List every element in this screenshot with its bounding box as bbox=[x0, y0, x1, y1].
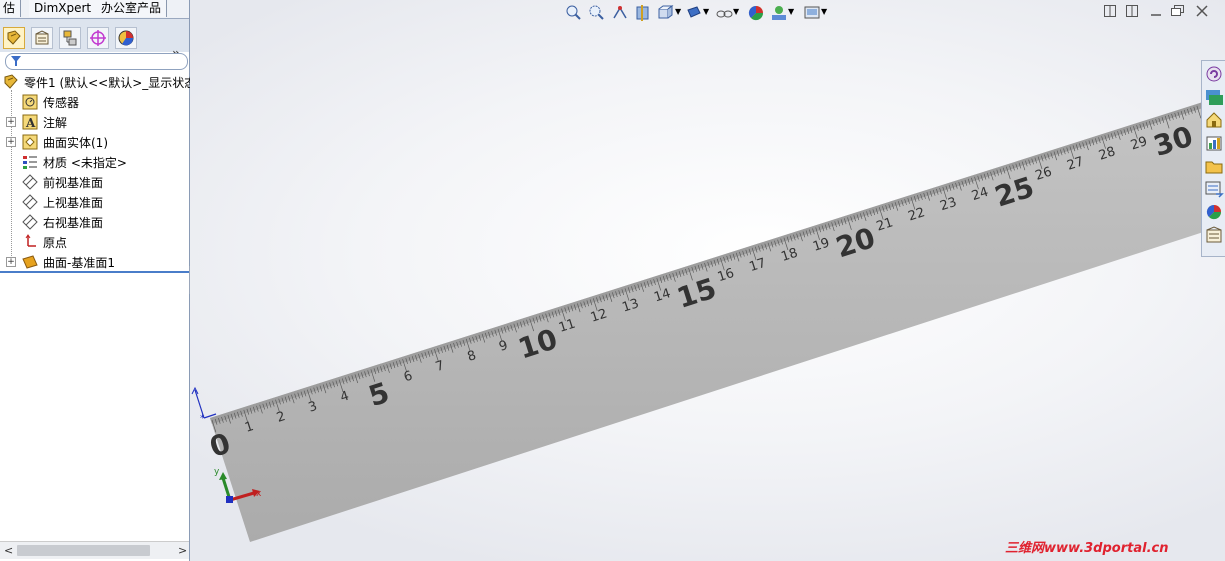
part-icon bbox=[4, 74, 18, 89]
horizontal-scrollbar[interactable]: < > bbox=[0, 541, 189, 559]
display-manager-tab[interactable] bbox=[115, 27, 137, 49]
plane-icon bbox=[22, 214, 38, 230]
tile-left-icon[interactable] bbox=[1101, 4, 1119, 22]
tree-root-label: 零件1 (默认<<默认>_显示状态 bbox=[24, 76, 197, 90]
view-palette-icon[interactable] bbox=[1204, 156, 1224, 176]
material-icon bbox=[23, 156, 37, 169]
property-manager-icon bbox=[35, 30, 49, 45]
property-manager-tab[interactable] bbox=[31, 27, 53, 49]
expand-toggle[interactable]: + bbox=[6, 257, 16, 267]
feature-manager-tab[interactable] bbox=[3, 27, 25, 49]
tab-office-products[interactable]: 办公室产品 bbox=[96, 0, 168, 17]
tree-item-sensors[interactable]: 传感器 bbox=[0, 92, 189, 112]
planar-surface-icon bbox=[22, 255, 38, 269]
tree-item-material[interactable]: 材质 <未指定> bbox=[0, 152, 189, 172]
apply-scene-icon[interactable] bbox=[770, 4, 790, 24]
previous-view-icon[interactable] bbox=[611, 4, 631, 24]
display-style-icon[interactable] bbox=[685, 4, 705, 24]
rollback-bar[interactable] bbox=[0, 271, 189, 273]
tab-evaluate[interactable]: 估 bbox=[0, 0, 22, 17]
section-view-icon[interactable] bbox=[634, 4, 654, 24]
document-window-controls bbox=[1095, 4, 1225, 24]
tree-item-label: 右视基准面 bbox=[43, 216, 104, 230]
appearances-icon[interactable] bbox=[1204, 179, 1224, 199]
tree-item-origin[interactable]: 原点 bbox=[0, 232, 189, 252]
tree-item-label: 传感器 bbox=[43, 96, 80, 110]
task-pane bbox=[1201, 60, 1225, 257]
dimxpert-manager-icon bbox=[90, 30, 106, 46]
triad-y-label: y bbox=[214, 467, 220, 477]
tree-item-label: 原点 bbox=[43, 236, 68, 250]
watermark-text: 三维网www.3dportal.cn bbox=[1005, 541, 1169, 556]
zoom-to-area-icon[interactable] bbox=[588, 4, 608, 24]
edit-appearance-icon[interactable] bbox=[747, 4, 767, 24]
tree-item-top-plane[interactable]: 上视基准面 bbox=[0, 192, 189, 212]
view-settings-dropdown-icon[interactable]: ▼ bbox=[821, 7, 841, 27]
configuration-manager-icon bbox=[63, 30, 77, 46]
tree-filter-input[interactable] bbox=[5, 53, 188, 70]
scroll-right-arrow-icon[interactable]: > bbox=[178, 544, 187, 557]
manager-tab-bar: » bbox=[0, 19, 189, 62]
plane-icon bbox=[22, 174, 38, 190]
scrollbar-thumb[interactable] bbox=[17, 545, 150, 556]
tree-item-annotations[interactable]: + A 注解 bbox=[0, 112, 189, 132]
sensor-icon bbox=[22, 94, 38, 110]
view-orientation-icon[interactable] bbox=[657, 4, 677, 24]
zoom-to-fit-icon[interactable] bbox=[565, 4, 585, 24]
tree-item-label: 注解 bbox=[43, 116, 68, 130]
solidworks-resources-icon[interactable] bbox=[1204, 64, 1224, 84]
design-library-icon[interactable] bbox=[1204, 87, 1224, 107]
scroll-left-arrow-icon[interactable]: < bbox=[4, 544, 13, 557]
close-icon[interactable] bbox=[1193, 4, 1211, 22]
feature-manager-panel: 估 DimXpert 办公室产品 » 零件1 (默认<<默认>_显示状态 bbox=[0, 0, 196, 561]
tree-item-label: 材质 <未指定> bbox=[43, 156, 127, 170]
tab-dimxpert[interactable]: DimXpert bbox=[29, 0, 98, 17]
dimxpert-manager-tab[interactable] bbox=[87, 27, 109, 49]
minimize-icon[interactable] bbox=[1147, 4, 1165, 22]
svg-text:*: * bbox=[200, 414, 205, 424]
configuration-manager-tab[interactable] bbox=[59, 27, 81, 49]
origin-icon bbox=[25, 234, 36, 247]
graphics-area[interactable]: 0 5 10 15 20 25 30 1 2 3 4 6 7 8 9 11 12 13 14 16 17 18 19 21 22… bbox=[190, 0, 1225, 561]
hide-show-items-icon[interactable] bbox=[715, 4, 735, 24]
expand-toggle[interactable]: + bbox=[6, 117, 16, 127]
feature-manager-icon bbox=[7, 30, 21, 45]
view-settings-icon[interactable] bbox=[803, 4, 823, 24]
tree-item-label: 曲面-基准面1 bbox=[43, 256, 115, 270]
tile-right-icon[interactable] bbox=[1123, 4, 1141, 22]
filter-icon bbox=[11, 56, 21, 66]
command-manager-tabs: 估 DimXpert 办公室产品 bbox=[0, 0, 189, 19]
tree-item-label: 曲面实体(1) bbox=[43, 136, 108, 150]
surface-bodies-icon bbox=[22, 134, 38, 150]
expand-toggle[interactable]: + bbox=[6, 137, 16, 147]
triad-x-label: x bbox=[256, 489, 262, 499]
tree-item-label: 上视基准面 bbox=[43, 196, 104, 210]
tree-item-planar-surface[interactable]: + 曲面-基准面1 bbox=[0, 252, 189, 272]
search-icon[interactable] bbox=[1204, 133, 1224, 153]
custom-properties-icon[interactable] bbox=[1204, 202, 1224, 222]
display-manager-icon bbox=[118, 30, 134, 46]
file-explorer-icon[interactable] bbox=[1204, 110, 1224, 130]
plane-icon bbox=[22, 194, 38, 210]
ruler-model: 0510152025301234678911121314161718192122… bbox=[191, 95, 1225, 542]
restore-icon[interactable] bbox=[1169, 4, 1187, 22]
svg-text:A: A bbox=[25, 116, 36, 130]
tree-item-surface-bodies[interactable]: + 曲面实体(1) bbox=[0, 132, 189, 152]
tree-item-front-plane[interactable]: 前视基准面 bbox=[0, 172, 189, 192]
tree-root-part[interactable]: 零件1 (默认<<默认>_显示状态 bbox=[0, 72, 196, 92]
annotation-icon: A bbox=[22, 114, 38, 130]
tree-item-label: 前视基准面 bbox=[43, 176, 104, 190]
tree-item-right-plane[interactable]: 右视基准面 bbox=[0, 212, 189, 232]
forum-icon[interactable] bbox=[1204, 225, 1224, 245]
